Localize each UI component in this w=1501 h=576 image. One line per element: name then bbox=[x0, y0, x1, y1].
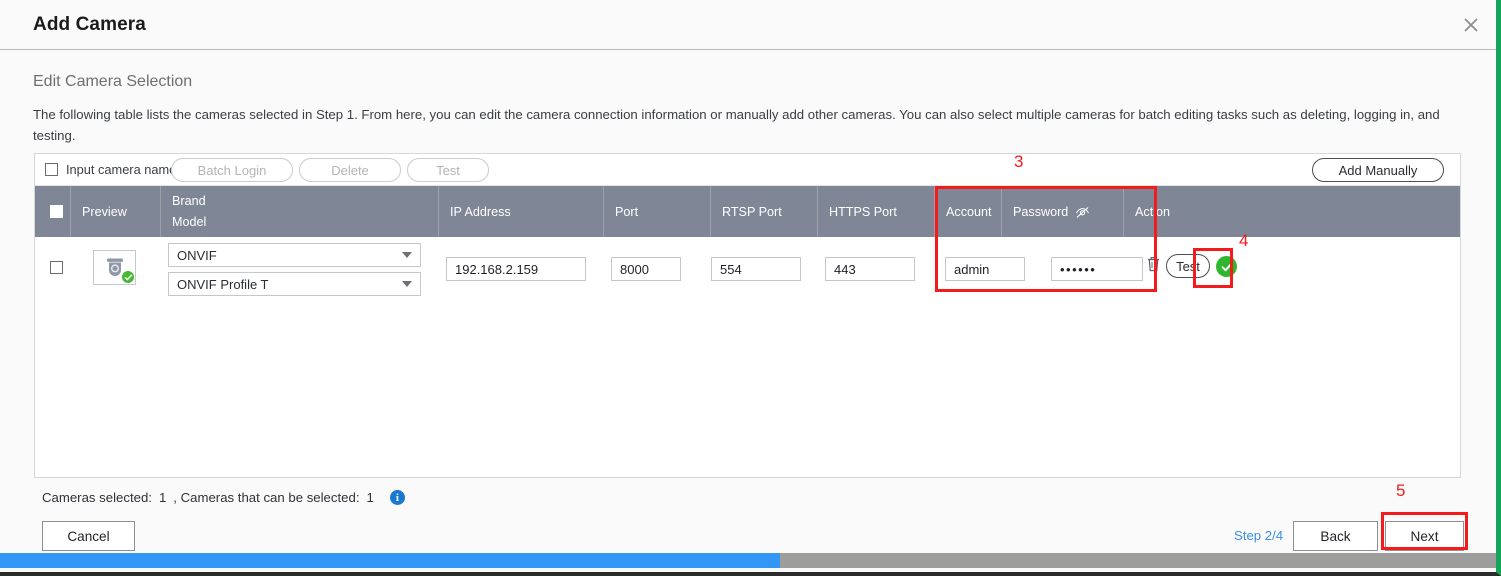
header-preview: Preview bbox=[71, 186, 161, 237]
header-password: Password bbox=[1013, 204, 1069, 219]
account-input[interactable] bbox=[945, 257, 1025, 281]
table-body: ONVIF ONVIF Profile T 192.168.2.159 8000… bbox=[35, 237, 1460, 477]
header-account: Account bbox=[935, 186, 1002, 237]
table-toolbar: Input camera name Batch Login Delete Tes… bbox=[35, 154, 1460, 186]
cameras-available-count: 1 bbox=[366, 490, 374, 505]
header-ip-address: IP Address bbox=[439, 186, 604, 237]
batch-login-button[interactable]: Batch Login bbox=[171, 158, 293, 182]
ip-address-input[interactable] bbox=[446, 257, 586, 281]
row-select-checkbox[interactable] bbox=[50, 261, 63, 274]
selection-summary: Cameras selected: 1 , Cameras that can b… bbox=[42, 490, 405, 505]
section-title: Edit Camera Selection bbox=[33, 73, 193, 90]
delete-button[interactable]: Delete bbox=[299, 158, 401, 182]
page-title: Add Camera bbox=[33, 14, 146, 35]
close-icon[interactable] bbox=[1454, 8, 1488, 42]
header-port: Port bbox=[604, 186, 711, 237]
row-test-button[interactable]: Test bbox=[1166, 254, 1210, 278]
https-port-input[interactable] bbox=[825, 257, 915, 281]
port-input[interactable] bbox=[611, 257, 681, 281]
dialog-body: Edit Camera Selection The following tabl… bbox=[0, 51, 1496, 556]
dialog-titlebar: Add Camera bbox=[0, 0, 1496, 50]
eye-off-icon[interactable] bbox=[1075, 206, 1090, 219]
section-description: The following table lists the cameras se… bbox=[33, 107, 1440, 143]
header-brand: Brand bbox=[172, 193, 206, 208]
cameras-selected-label: Cameras selected: bbox=[42, 490, 152, 505]
green-check-badge-icon bbox=[122, 271, 134, 283]
brand-select-wrap: ONVIF bbox=[168, 243, 421, 267]
header-rtsp-port: RTSP Port bbox=[711, 186, 818, 237]
toolbar-select-all-label: Input camera name bbox=[66, 162, 177, 177]
cancel-button[interactable]: Cancel bbox=[42, 521, 135, 551]
header-checkbox-col bbox=[35, 186, 71, 237]
rtsp-port-input[interactable] bbox=[711, 257, 801, 281]
cameras-available-label: , Cameras that can be selected: bbox=[173, 490, 360, 505]
table-row: ONVIF ONVIF Profile T 192.168.2.159 8000… bbox=[35, 237, 1460, 477]
header-action: Action bbox=[1135, 204, 1171, 219]
trash-icon[interactable] bbox=[1146, 255, 1163, 275]
toolbar-select-all-checkbox[interactable] bbox=[45, 163, 58, 176]
header-brand-model: Brand Model bbox=[161, 186, 439, 237]
cameras-selected-count: 1 bbox=[158, 490, 167, 505]
header-model: Model bbox=[172, 214, 207, 229]
model-select[interactable]: ONVIF Profile T bbox=[168, 272, 421, 296]
password-input[interactable] bbox=[1051, 257, 1143, 281]
brand-select[interactable]: ONVIF bbox=[168, 243, 421, 267]
camera-preview-cell[interactable] bbox=[93, 250, 136, 285]
success-check-icon bbox=[1216, 256, 1237, 277]
dome-camera-icon bbox=[93, 250, 136, 285]
horizontal-scrollbar-thumb[interactable] bbox=[0, 553, 780, 568]
back-button[interactable]: Back bbox=[1293, 521, 1378, 551]
test-button-toolbar[interactable]: Test bbox=[407, 158, 489, 182]
step-indicator: Step 2/4 bbox=[1234, 528, 1284, 543]
next-button[interactable]: Next bbox=[1385, 521, 1464, 551]
horizontal-scrollbar-track[interactable] bbox=[0, 553, 1496, 568]
camera-table-panel: Input camera name Batch Login Delete Tes… bbox=[34, 153, 1461, 478]
header-https-port: HTTPS Port bbox=[818, 186, 935, 237]
model-select-wrap: ONVIF Profile T bbox=[168, 272, 421, 296]
header-password-cell: Password bbox=[1002, 186, 1124, 237]
info-icon[interactable]: i bbox=[389, 490, 405, 505]
add-manually-button[interactable]: Add Manually bbox=[1312, 158, 1444, 182]
table-header-row: Preview Brand Model IP Address Port RTSP… bbox=[35, 186, 1460, 237]
add-camera-dialog: Add Camera Edit Camera Selection The fol… bbox=[0, 0, 1501, 576]
